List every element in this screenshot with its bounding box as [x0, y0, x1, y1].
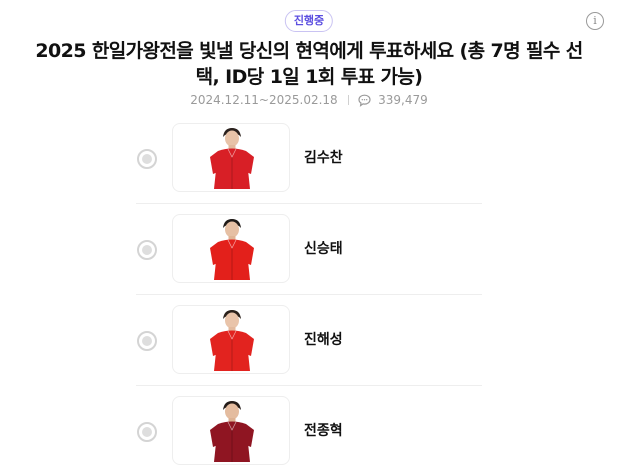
- comment-bubble-icon: [358, 94, 371, 111]
- candidate-photo: [172, 214, 290, 283]
- radio-button-icon[interactable]: [137, 331, 157, 351]
- poll-title: 2025 한일가왕전을 빛낼 당신의 현역에게 투표하세요 (총 7명 필수 선…: [35, 40, 583, 88]
- candidate-name: 신승태: [304, 241, 343, 257]
- candidate-item[interactable]: 진해성: [136, 295, 482, 386]
- info-icon[interactable]: i: [586, 12, 604, 30]
- candidate-list: 김수찬 신승태 진해성 전종혁: [136, 113, 482, 476]
- candidate-name: 진해성: [304, 332, 343, 348]
- radio-button-icon[interactable]: [137, 149, 157, 169]
- status-badge: 진행중: [284, 10, 334, 32]
- candidate-item[interactable]: 신승태: [136, 204, 482, 295]
- candidate-item[interactable]: 김수찬: [136, 113, 482, 204]
- radio-button-icon[interactable]: [137, 240, 157, 260]
- candidate-name: 김수찬: [304, 150, 343, 166]
- singer-figure-icon: [210, 128, 254, 189]
- candidate-photo: [172, 123, 290, 192]
- poll-period: 2024.12.11~2025.02.18: [190, 93, 338, 107]
- meta-divider: [347, 95, 349, 105]
- comment-count: 339,479: [378, 93, 428, 107]
- poll-meta: 2024.12.11~2025.02.18 339,479: [0, 92, 618, 111]
- singer-figure-icon: [210, 401, 254, 462]
- singer-figure-icon: [210, 310, 254, 371]
- radio-button-icon[interactable]: [137, 422, 157, 442]
- candidate-photo: [172, 305, 290, 374]
- singer-figure-icon: [210, 219, 254, 280]
- candidate-item[interactable]: 전종혁: [136, 386, 482, 476]
- candidate-photo: [172, 396, 290, 465]
- candidate-name: 전종혁: [304, 423, 343, 439]
